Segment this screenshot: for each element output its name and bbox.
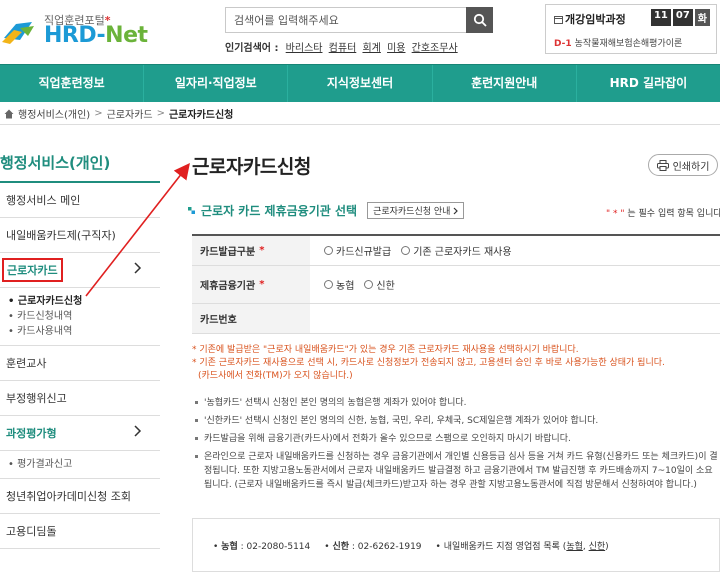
date-weekday: 화	[694, 9, 710, 26]
form-row-bank: 제휴금융기관 * 농협 신한	[192, 266, 720, 304]
logo[interactable]: 직업훈련포털* HRD-Net	[2, 6, 152, 50]
breadcrumb-item[interactable]: 행정서비스(개인)	[18, 106, 90, 121]
nav-item-training-info[interactable]: 직업훈련정보	[0, 65, 145, 102]
sidebar-item-worker-card[interactable]: 근로자카드	[0, 253, 160, 288]
nav-item-hrd-guide[interactable]: HRD 길라잡이	[577, 65, 720, 102]
search-input[interactable]	[226, 8, 466, 32]
section-bullet-icon	[188, 207, 195, 214]
required-note: " * " 는 필수 입력 항목 입니다.	[606, 209, 720, 219]
upcoming-course-link[interactable]: D-1 농작물재해보험손해평가이론	[554, 36, 714, 49]
sidebar-subitem-evaluation-report[interactable]: • 평가결과신고	[8, 457, 160, 472]
info-item: 온라인으로 근로자 내일배움카드를 신청하는 경우 금융기관에서 개인별 신용등…	[192, 450, 720, 492]
popular-term-link[interactable]: 컴퓨터	[329, 43, 357, 54]
radio-nonghyup[interactable]: 농협	[324, 277, 354, 292]
logo-mark-icon	[2, 22, 34, 44]
upcoming-course-box: 개강임박과정 11 07 화 D-1 농작물재해보험손해평가이론	[545, 4, 717, 54]
form-label: 카드번호	[192, 304, 310, 333]
form-label: 제휴금융기관 *	[192, 266, 310, 303]
warning-line: * 기존에 발급받은 "근로자 내일배움카드"가 있는 경우 기존 근로자카드 …	[192, 345, 579, 355]
warning-line: (카드사에서 전화(TM)가 오지 않습니다.)	[198, 371, 353, 381]
popular-term-link[interactable]: 미용	[387, 43, 405, 54]
popular-term-link[interactable]: 회계	[362, 43, 380, 54]
search-box	[225, 7, 493, 33]
form-value: 농협 신한	[310, 266, 720, 303]
sidebar-item-admin-main[interactable]: 행정서비스 메인	[0, 183, 160, 218]
sidebar-sublist: • 근로자카드신청 • 카드신청내역 • 카드사용내역	[0, 288, 160, 346]
nav-item-training-support[interactable]: 훈련지원안내	[433, 65, 577, 102]
nav-item-knowledge-center[interactable]: 지식정보센터	[288, 65, 433, 102]
info-item: '신한카드' 선택시 신청인 본인 명의의 신한, 농협, 국민, 우리, 우체…	[192, 414, 720, 428]
chevron-right-icon	[134, 262, 142, 274]
warning-notes: * 기존에 발급받은 "근로자 내일배움카드"가 있는 경우 기존 근로자카드 …	[192, 344, 720, 383]
breadcrumb-separator: >	[156, 108, 165, 119]
sidebar-subitem-apply-history[interactable]: • 카드신청내역	[8, 309, 160, 324]
info-item: 카드발급을 위해 금융기관(카드사)에서 전화가 올수 있으므로 스팸으로 오인…	[192, 432, 720, 446]
dday-badge: D-1	[554, 39, 572, 49]
contact-branch-list: • 내일배움카드 지점 영업점 목록 (농협, 신한)	[435, 541, 609, 552]
contact-shinhan: • 신한 : 02-6262-1919	[324, 541, 422, 552]
form-row-issue-type: 카드발급구분 * 카드신규발급 기존 근로자카드 재사용	[192, 236, 720, 266]
sidebar-subitem-card-apply[interactable]: • 근로자카드신청	[8, 294, 160, 309]
sidebar-sublist: • 평가결과신고	[0, 451, 160, 479]
sidebar-item-fraud-report[interactable]: 부정행위신고	[0, 381, 160, 416]
page-title: 근로자카드신청	[192, 156, 311, 178]
breadcrumb-current: 근로자카드신청	[168, 110, 234, 121]
contact-box: • 농협 : 02-2080-5114 • 신한 : 02-6262-1919 …	[192, 518, 720, 572]
popular-search-label: 인기검색어 :	[225, 43, 279, 54]
section-title: 근로자 카드 제휴금융기관 선택	[201, 204, 358, 218]
sidebar-subitem-usage-history[interactable]: • 카드사용내역	[8, 324, 160, 339]
breadcrumb: 행정서비스(개인) > 근로자카드 > 근로자카드신청	[0, 103, 720, 125]
contact-nonghyup: • 농협 : 02-2080-5114	[213, 541, 311, 552]
date-day: 07	[672, 9, 693, 26]
form-label: 카드발급구분 *	[192, 236, 310, 265]
sidebar-item-youth-academy[interactable]: 청년취업아카데미신청 조회	[0, 479, 160, 514]
print-button[interactable]: 인쇄하기	[648, 154, 718, 176]
search-icon	[473, 13, 487, 27]
branch-link-shinhan[interactable]: 신한	[589, 542, 606, 552]
section-header: 근로자 카드 제휴금융기관 선택 근로자카드신청 안내	[188, 202, 465, 219]
breadcrumb-separator: >	[94, 108, 103, 119]
sidebar: 행정서비스(개인) 행정서비스 메인 내일배움카드제(구직자) 근로자카드 • …	[0, 140, 160, 549]
card-number-value	[310, 304, 720, 333]
date-month: 11	[650, 9, 671, 26]
info-item: '농협카드' 선택시 신청인 본인 명의의 농협은행 계좌가 있어야 합니다.	[192, 396, 720, 410]
warning-line: * 기존 근로자카드 재사용으로 선택 시, 카드사로 신청정보가 전송되지 않…	[192, 358, 665, 368]
sidebar-item-job-seeker-card[interactable]: 내일배움카드제(구직자)	[0, 218, 160, 253]
main-nav: 직업훈련정보 일자리·직업정보 지식정보센터 훈련지원안내 HRD 길라잡이	[0, 64, 720, 102]
popular-search: 인기검색어 : 바리스타 컴퓨터 회계 미용 간호조무사	[225, 39, 461, 54]
radio-shinhan[interactable]: 신한	[364, 277, 395, 292]
sidebar-title: 행정서비스(개인)	[0, 140, 160, 183]
chevron-right-icon	[454, 207, 459, 214]
upcoming-course-date: 11 07 화	[650, 9, 710, 26]
form-value: 카드신규발급 기존 근로자카드 재사용	[310, 236, 720, 265]
breadcrumb-item[interactable]: 근로자카드	[107, 106, 153, 121]
popular-term-link[interactable]: 간호조무사	[412, 43, 458, 54]
sidebar-item-stepping-stone[interactable]: 고용디딤돌	[0, 514, 160, 549]
info-list: '농협카드' 선택시 신청인 본인 명의의 농협은행 계좌가 있어야 합니다. …	[192, 396, 720, 496]
calendar-icon	[554, 16, 563, 24]
sidebar-item-trainer[interactable]: 훈련교사	[0, 346, 160, 381]
logo-title: HRD-Net	[44, 23, 148, 48]
nav-item-job-info[interactable]: 일자리·직업정보	[144, 65, 289, 102]
upcoming-course-title: 개강임박과정	[554, 11, 626, 27]
popular-term-link[interactable]: 바리스타	[286, 43, 323, 54]
form-row-card-number: 카드번호	[192, 304, 720, 334]
search-button[interactable]	[466, 7, 493, 33]
branch-link-nonghyup[interactable]: 농협	[566, 542, 583, 552]
card-form-table: 카드발급구분 * 카드신규발급 기존 근로자카드 재사용 제휴금융기관 * 농협 신…	[192, 234, 720, 334]
printer-icon	[656, 159, 669, 171]
upcoming-course-name: 농작물재해보험손해평가이론	[574, 39, 683, 49]
radio-new-issue[interactable]: 카드신규발급	[324, 243, 391, 258]
home-icon[interactable]	[4, 109, 14, 119]
chevron-right-icon	[134, 425, 142, 437]
card-apply-guide-button[interactable]: 근로자카드신청 안내	[367, 202, 465, 219]
header: 직업훈련포털* HRD-Net 인기검색어 : 바리스타 컴퓨터 회계 미용 간…	[0, 0, 720, 64]
radio-reuse-card[interactable]: 기존 근로자카드 재사용	[401, 243, 512, 258]
sidebar-item-course-evaluation[interactable]: 과정평가형	[0, 416, 160, 451]
